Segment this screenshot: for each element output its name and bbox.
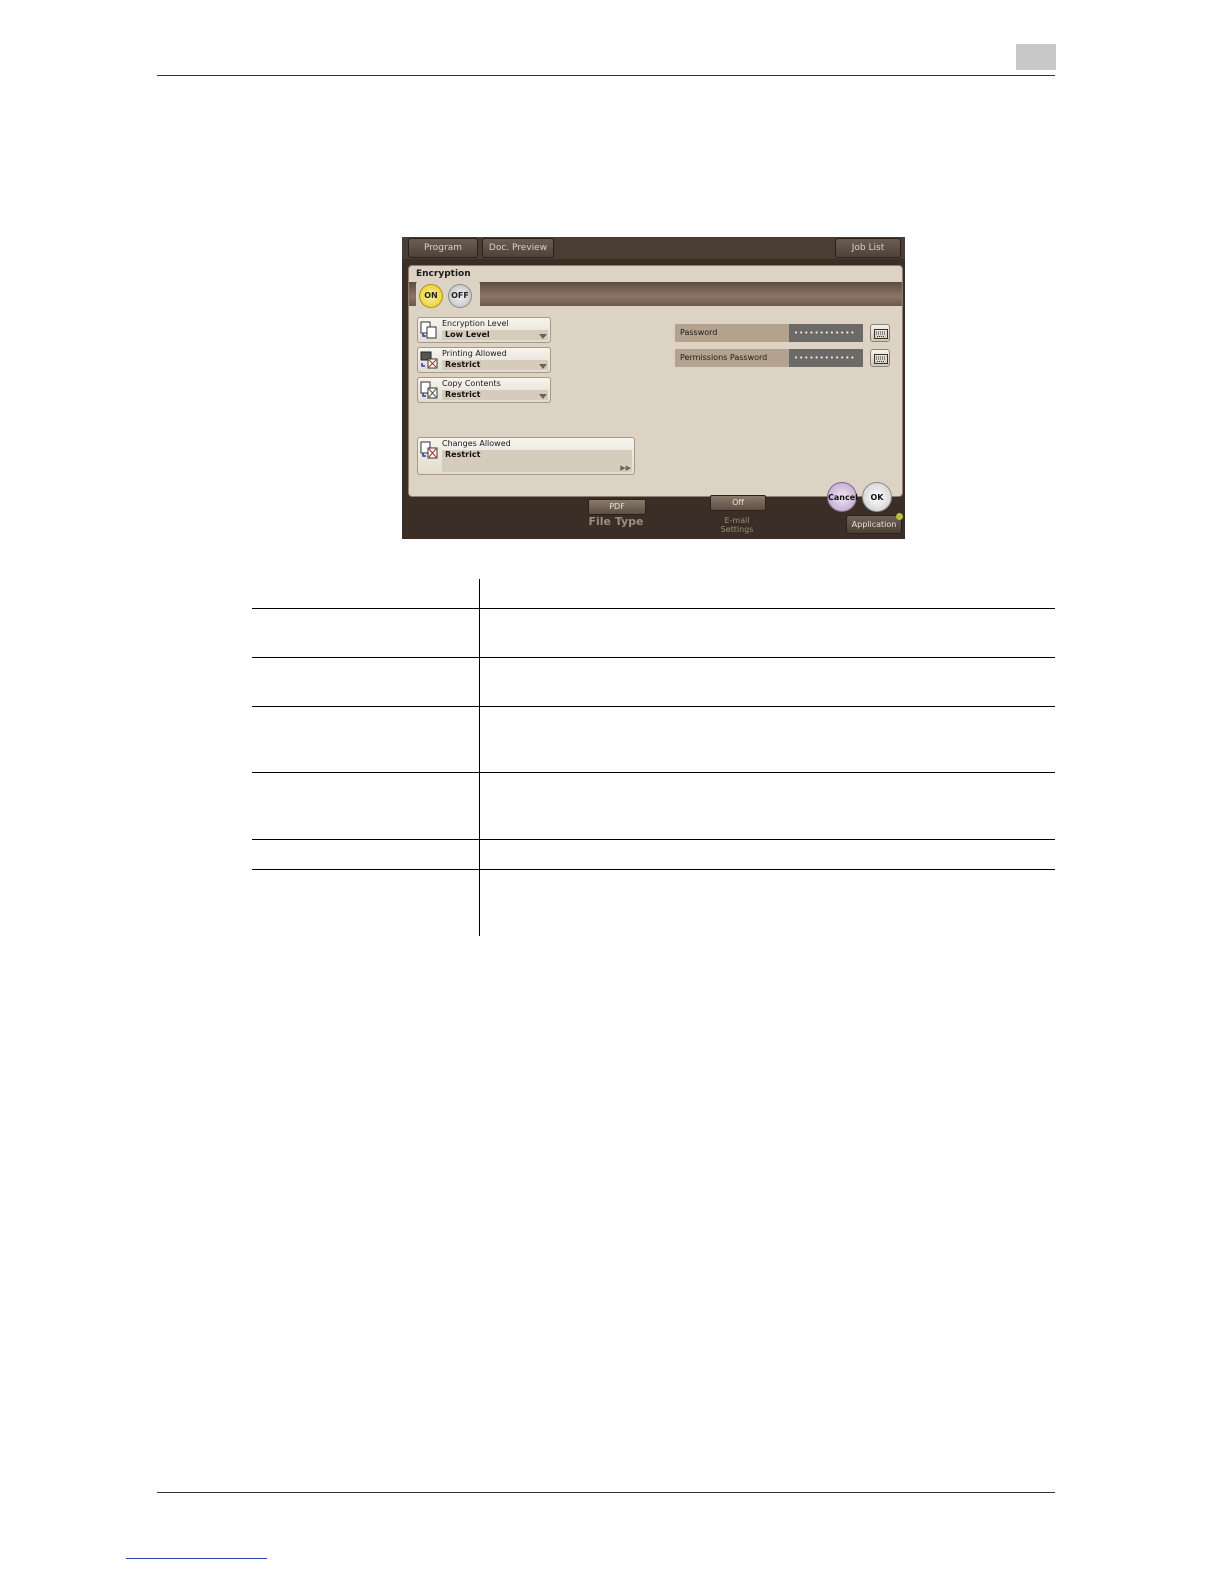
table-row-divider — [252, 839, 1055, 840]
keyboard-icon — [874, 354, 888, 364]
control-panel-screenshot: Program Doc. Preview Job List Encryption… — [402, 237, 905, 539]
email-settings-value-button[interactable]: Off — [710, 495, 766, 511]
password-keyboard-button[interactable] — [870, 324, 890, 342]
on-toggle[interactable]: ON — [419, 284, 443, 308]
changes-allowed-icon — [420, 441, 438, 459]
copy-contents-setting[interactable]: Copy Contents Restrict — [417, 377, 551, 403]
footer-link-underline[interactable] — [126, 1558, 267, 1559]
table-row-divider — [252, 608, 1055, 609]
encryption-level-icon — [420, 321, 437, 339]
header-band — [409, 282, 902, 306]
encryption-dialog: Encryption ON OFF Encryption Level Low L… — [408, 265, 903, 497]
table-column-divider — [479, 579, 480, 936]
dialog-title: Encryption — [416, 269, 471, 279]
cancel-button[interactable]: Cancel — [827, 482, 858, 512]
top-bar: Program Doc. Preview Job List — [402, 237, 905, 259]
on-off-toggle-group: ON OFF — [416, 281, 480, 308]
permissions-password-keyboard-button[interactable] — [870, 349, 890, 367]
program-button[interactable]: Program — [408, 238, 478, 258]
setting-label: Copy Contents — [442, 379, 501, 388]
ok-button[interactable]: OK — [862, 482, 892, 512]
permissions-password-label: Permissions Password — [675, 349, 789, 367]
setting-value: Restrict — [442, 390, 548, 400]
dropdown-arrow-icon — [539, 394, 547, 399]
table-row-divider — [252, 706, 1055, 707]
setting-label: Encryption Level — [442, 319, 509, 328]
status-led-icon — [896, 513, 903, 520]
password-label: Password — [675, 324, 789, 342]
email-caption-line-1: E-mail — [724, 516, 750, 525]
printing-allowed-setting[interactable]: Printing Allowed Restrict — [417, 347, 551, 373]
printing-allowed-icon — [420, 351, 438, 369]
header-rule — [157, 75, 1055, 76]
keyboard-icon — [874, 329, 888, 339]
encryption-level-setting[interactable]: Encryption Level Low Level — [417, 317, 551, 343]
changes-allowed-setting[interactable]: Changes Allowed Restrict ▶▶ — [417, 437, 635, 475]
dropdown-arrow-icon — [539, 334, 547, 339]
table-row-divider — [252, 772, 1055, 773]
copy-contents-icon — [420, 381, 438, 399]
off-toggle[interactable]: OFF — [448, 284, 472, 308]
file-type-caption: File Type — [588, 515, 644, 528]
file-type-value-button[interactable]: PDF — [588, 499, 646, 515]
fast-forward-icon: ▶▶ — [620, 464, 631, 472]
setting-label: Changes Allowed — [442, 439, 511, 448]
setting-value: Low Level — [442, 330, 548, 340]
application-button[interactable]: Application — [846, 515, 902, 534]
password-field[interactable]: •••••••••••• — [789, 324, 863, 342]
table-row-divider — [252, 657, 1055, 658]
table-row-divider — [252, 869, 1055, 870]
job-list-button[interactable]: Job List — [835, 238, 901, 258]
chapter-number-box — [1016, 44, 1056, 70]
setting-value: Restrict — [442, 450, 632, 472]
doc-preview-button[interactable]: Doc. Preview — [482, 238, 554, 258]
setting-label: Printing Allowed — [442, 349, 507, 358]
permissions-password-field[interactable]: •••••••••••• — [789, 349, 863, 367]
setting-value: Restrict — [442, 360, 548, 370]
email-caption-line-2: Settings — [720, 525, 754, 534]
dropdown-arrow-icon — [539, 364, 547, 369]
footer-rule — [157, 1492, 1055, 1493]
